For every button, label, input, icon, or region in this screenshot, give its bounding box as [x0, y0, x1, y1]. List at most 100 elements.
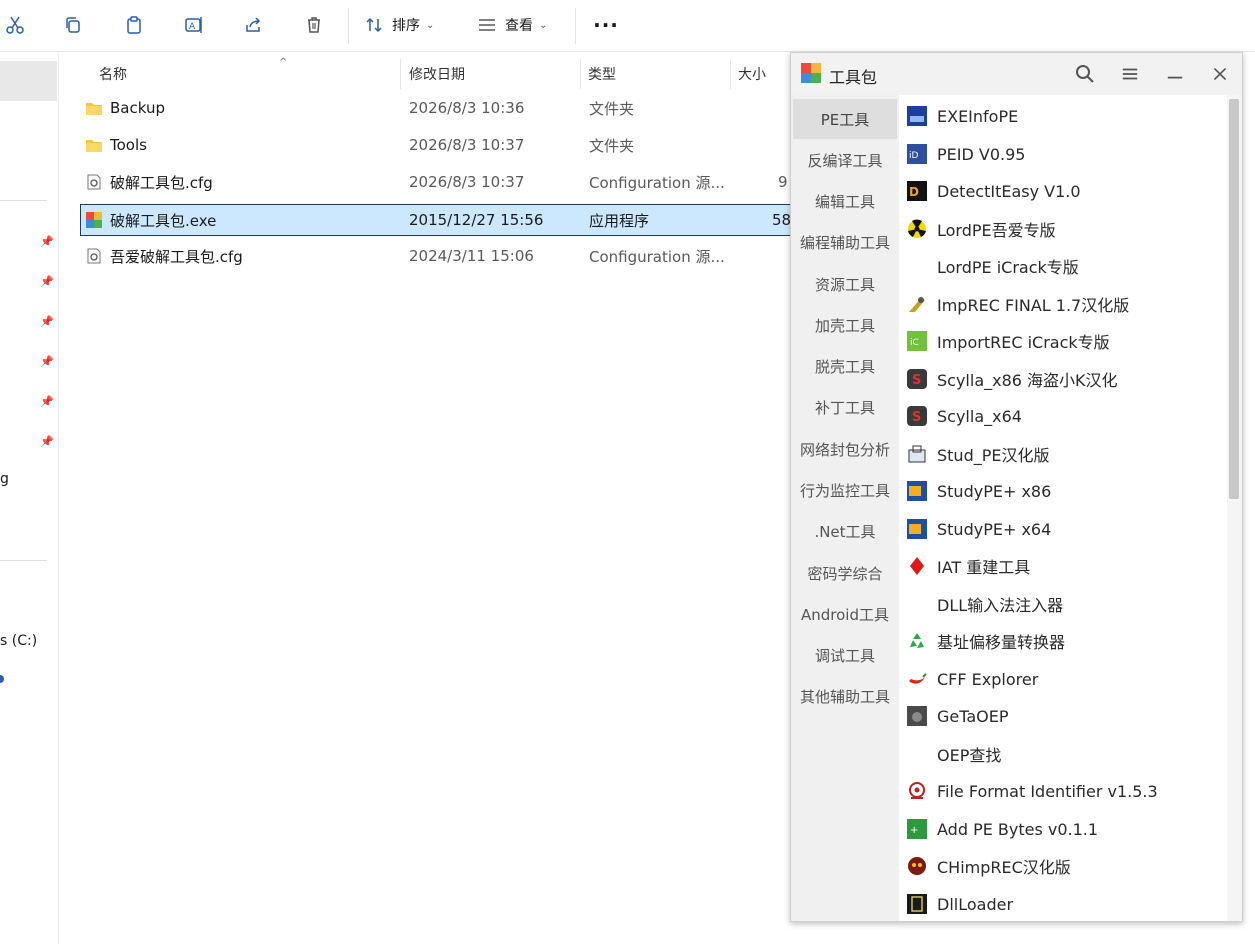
file-type: 文件夹	[589, 99, 635, 118]
column-divider[interactable]	[580, 59, 581, 89]
nav-item-partial[interactable]: g	[0, 471, 9, 487]
category-packer[interactable]: 加壳工具	[791, 305, 899, 345]
tool-label: PEID V0.95	[937, 144, 1026, 164]
tool-item[interactable]: StudyPE+ x86	[899, 473, 1227, 509]
pin-icon[interactable]: 📌	[40, 235, 54, 248]
scrollbar-thumb[interactable]	[1229, 99, 1239, 499]
column-header-size[interactable]: 大小	[738, 59, 798, 89]
delete-button[interactable]	[299, 8, 329, 42]
tool-item[interactable]: Stud_PE汉化版	[899, 436, 1227, 472]
column-type-label: 类型	[588, 67, 616, 83]
share-icon	[246, 17, 261, 32]
category-decompile[interactable]: 反编译工具	[791, 140, 899, 180]
folder-icon	[86, 140, 102, 152]
recycle-icon	[907, 631, 927, 651]
pin-icon[interactable]: 📌	[40, 315, 54, 328]
tool-item[interactable]: DLL输入法注入器	[899, 586, 1227, 622]
tool-item[interactable]: + Add PE Bytes v0.1.1	[899, 811, 1227, 847]
nav-drive-c[interactable]: s (C:)	[0, 633, 37, 649]
file-row[interactable]: 吾爱破解工具包.cfg 2024/3/11 15:06 Configuratio…	[80, 241, 860, 273]
category-debug[interactable]: 调试工具	[791, 635, 899, 675]
tool-item[interactable]: LordPE吾爱专版	[899, 211, 1227, 247]
column-date-label: 修改日期	[409, 67, 465, 83]
minimize-button[interactable]	[1162, 61, 1188, 87]
tool-item[interactable]: iC ImportREC iCrack专版	[899, 323, 1227, 359]
svg-text:+: +	[910, 825, 918, 836]
tool-item[interactable]: OEP查找	[899, 736, 1227, 772]
category-dotnet[interactable]: .Net工具	[791, 511, 899, 551]
add-pe-bytes-icon: +	[907, 819, 927, 839]
pin-icon[interactable]: 📌	[40, 355, 54, 368]
category-patch[interactable]: 补丁工具	[791, 387, 899, 427]
tool-label: StudyPE+ x64	[937, 519, 1052, 539]
category-crypto[interactable]: 密码学综合	[791, 553, 899, 593]
category-resource[interactable]: 资源工具	[791, 264, 899, 304]
tool-item[interactable]: File Format Identifier v1.5.3	[899, 773, 1227, 809]
share-button[interactable]	[239, 8, 269, 42]
tool-item[interactable]: StudyPE+ x64	[899, 511, 1227, 547]
column-header-name[interactable]: 名称 ^	[99, 57, 399, 89]
tool-item[interactable]: CHimpREC汉化版	[899, 848, 1227, 884]
tool-label: Scylla_x64	[937, 406, 1022, 426]
scylla-icon: S	[907, 406, 927, 426]
dllloader-icon	[907, 894, 927, 914]
tool-item[interactable]: GeTaOEP	[899, 698, 1227, 734]
tool-item[interactable]: LordPE iCrack专版	[899, 248, 1227, 284]
column-divider[interactable]	[400, 59, 401, 89]
tool-item[interactable]: 基址偏移量转换器	[899, 623, 1227, 659]
tool-item[interactable]: EXEInfoPE	[899, 98, 1227, 134]
importrec-icon: iC	[907, 331, 927, 351]
pin-icon[interactable]: 📌	[40, 275, 54, 288]
column-header-date[interactable]: 修改日期	[409, 59, 579, 89]
category-edit[interactable]: 编辑工具	[791, 181, 899, 221]
trash-icon	[308, 17, 320, 33]
category-android[interactable]: Android工具	[791, 594, 899, 634]
toolbox-titlebar[interactable]: 工具包	[791, 53, 1242, 95]
menu-button[interactable]	[1117, 61, 1143, 87]
tool-item[interactable]: D DetectItEasy V1.0	[899, 173, 1227, 209]
search-button[interactable]	[1072, 61, 1098, 87]
category-pe[interactable]: PE工具	[793, 99, 897, 139]
category-programming[interactable]: 编程辅助工具	[791, 222, 899, 262]
studype-icon	[907, 481, 927, 501]
file-row-selected[interactable]: 破解工具包.exe 2015/12/27 15:56 应用程序 58	[80, 204, 860, 236]
tool-item[interactable]: S Scylla_x64	[899, 398, 1227, 434]
tool-label: DLL输入法注入器	[937, 596, 1064, 615]
tool-item[interactable]: DllLoader	[899, 886, 1227, 921]
tool-item[interactable]: iD PEID V0.95	[899, 136, 1227, 172]
view-button[interactable]: 查看 ⌄	[477, 8, 561, 42]
cut-button[interactable]	[0, 8, 30, 42]
pin-icon[interactable]: 📌	[40, 395, 54, 408]
tool-item[interactable]: S Scylla_x86 海盗小K汉化	[899, 361, 1227, 397]
file-row[interactable]: Backup 2026/8/3 10:36 文件夹	[80, 93, 860, 125]
clipboard-icon	[127, 16, 141, 34]
category-other[interactable]: 其他辅助工具	[791, 676, 899, 716]
radiation-icon	[907, 219, 927, 239]
more-options-button[interactable]: ···	[590, 8, 622, 42]
category-monitor[interactable]: 行为监控工具	[791, 470, 899, 510]
minimize-icon	[1167, 76, 1183, 79]
category-unpacker[interactable]: 脱壳工具	[791, 346, 899, 386]
tool-list-scrollbar[interactable]	[1227, 95, 1242, 921]
column-header-type[interactable]: 类型	[588, 59, 728, 89]
folder-icon	[86, 103, 102, 115]
close-button[interactable]	[1207, 61, 1233, 87]
config-file-icon	[87, 248, 101, 264]
tool-item[interactable]: ImpREC FINAL 1.7汉化版	[899, 286, 1227, 322]
category-network[interactable]: 网络封包分析	[791, 429, 899, 469]
sort-button[interactable]: 排序 ⌄	[364, 8, 448, 42]
column-divider[interactable]	[730, 59, 731, 89]
file-row[interactable]: 破解工具包.cfg 2026/8/3 10:37 Configuration 源…	[80, 167, 860, 199]
file-row[interactable]: Tools 2026/8/3 10:37 文件夹	[80, 130, 860, 162]
rename-button[interactable]: A	[179, 8, 209, 42]
nav-item-selected[interactable]	[0, 61, 57, 101]
paste-button[interactable]	[119, 8, 149, 42]
copy-button[interactable]	[58, 8, 88, 42]
toolbar-divider	[348, 8, 349, 44]
tool-label: ImportREC iCrack专版	[937, 333, 1110, 352]
pin-icon[interactable]: 📌	[40, 435, 54, 448]
tool-item[interactable]: IAT 重建工具	[899, 548, 1227, 584]
copy-icon	[66, 17, 80, 33]
tool-item[interactable]: CFF Explorer	[899, 661, 1227, 697]
navigation-pane: 📌 📌 📌 📌 📌 📌 g s (C:)	[0, 53, 59, 944]
